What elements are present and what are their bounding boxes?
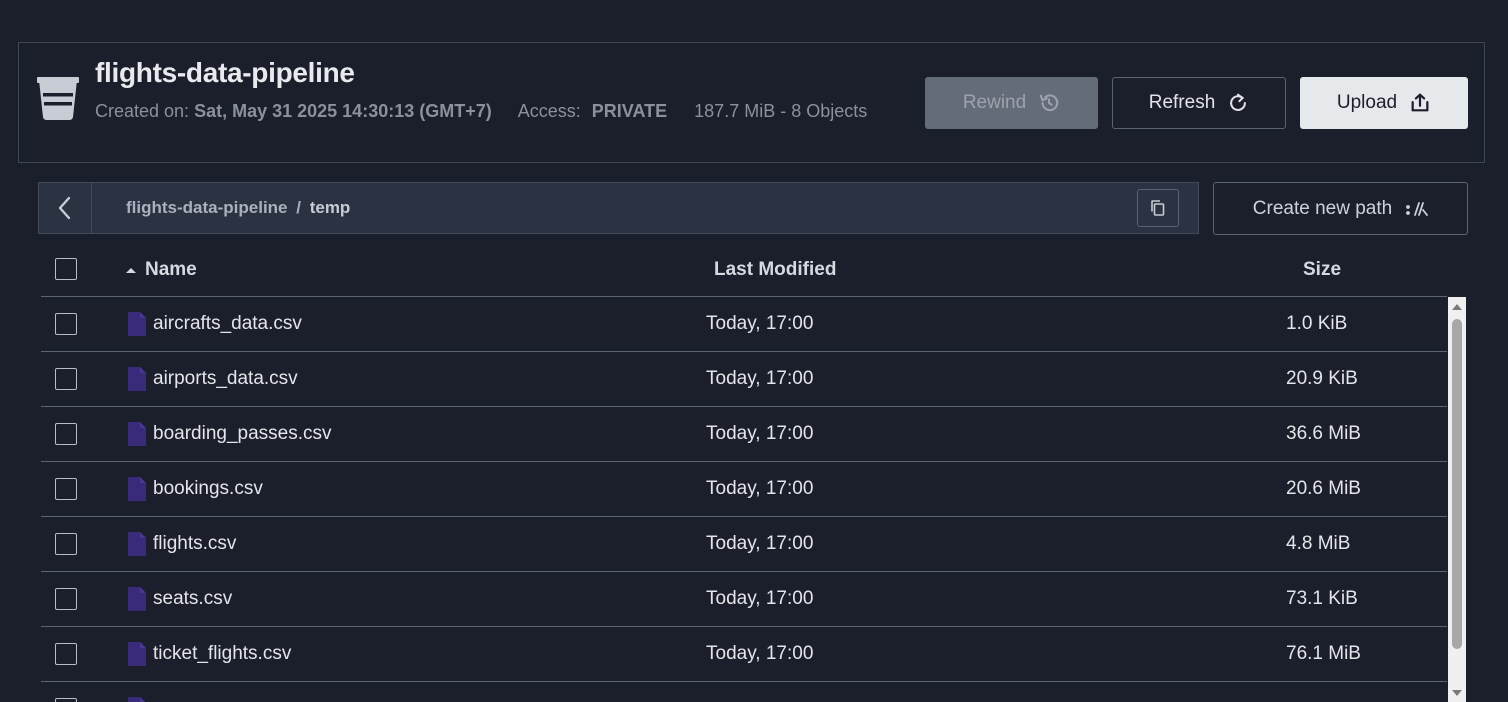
file-icon	[128, 422, 146, 446]
back-button[interactable]	[39, 183, 92, 233]
table-row[interactable]: airports_data.csv Today, 17:00 20.9 KiB	[41, 352, 1447, 407]
path-bar: flights-data-pipeline / temp	[38, 182, 1199, 234]
access-value: PRIVATE	[591, 101, 668, 121]
rewind-label: Rewind	[962, 92, 1027, 113]
new-path-icon	[1406, 201, 1429, 216]
row-checkbox[interactable]	[55, 313, 77, 335]
table-row[interactable]: bookings.csv Today, 17:00 20.6 MiB	[41, 462, 1447, 517]
select-all-checkbox[interactable]	[55, 258, 77, 280]
file-name[interactable]: bookings.csv	[153, 478, 263, 500]
file-size: 1.0 KiB	[1286, 313, 1348, 334]
row-checkbox[interactable]	[55, 368, 77, 390]
file-size: 20.9 KiB	[1286, 368, 1358, 389]
breadcrumb: flights-data-pipeline / temp	[126, 198, 350, 218]
table-row[interactable]: seats.csv Today, 17:00 73.1 KiB	[41, 572, 1447, 627]
refresh-label: Refresh	[1148, 92, 1216, 113]
file-size: 4.8 MiB	[1286, 533, 1351, 554]
file-modified: Today, 17:00	[706, 533, 814, 554]
scroll-up-arrow[interactable]	[1448, 297, 1466, 315]
row-checkbox[interactable]	[55, 588, 77, 610]
file-modified: Today, 17:00	[706, 478, 814, 499]
file-list: aircrafts_data.csv Today, 17:00 1.0 KiB …	[41, 297, 1447, 702]
file-size: 20.6 MiB	[1286, 478, 1361, 499]
file-size: 76.1 MiB	[1286, 643, 1361, 664]
refresh-icon	[1230, 93, 1247, 111]
refresh-button[interactable]: Refresh	[1112, 77, 1286, 129]
row-checkbox[interactable]	[55, 698, 77, 702]
upload-icon	[1411, 93, 1429, 112]
table-row[interactable]: ticket_flights.csv Today, 17:00 76.1 MiB	[41, 627, 1447, 682]
row-checkbox[interactable]	[55, 423, 77, 445]
file-name[interactable]: ticket_flights.csv	[153, 643, 291, 665]
file-icon	[128, 312, 146, 336]
file-modified: Today, 17:00	[706, 588, 814, 609]
file-icon	[128, 697, 145, 702]
vertical-scrollbar[interactable]	[1448, 297, 1466, 702]
copy-path-button[interactable]	[1137, 189, 1179, 227]
chevron-left-icon	[58, 196, 71, 220]
file-name[interactable]: seats.csv	[153, 588, 232, 610]
table-row[interactable]: aircrafts_data.csv Today, 17:00 1.0 KiB	[41, 297, 1447, 352]
column-size-header[interactable]: Size	[1303, 259, 1341, 281]
row-checkbox[interactable]	[55, 643, 77, 665]
copy-icon	[1151, 200, 1165, 216]
scrollbar-thumb[interactable]	[1452, 319, 1462, 649]
bucket-meta: Created on: Sat, May 31 2025 14:30:13 (G…	[95, 97, 875, 126]
create-new-path-label: Create new path	[1252, 197, 1393, 219]
table-row[interactable]: flights.csv Today, 17:00 4.8 MiB	[41, 517, 1447, 572]
sort-ascending-icon	[126, 268, 136, 273]
table-header: Name Last Modified Size	[41, 243, 1447, 297]
column-name-header[interactable]: Name	[125, 259, 197, 281]
bucket-icon	[37, 77, 79, 120]
file-modified: Today, 17:00	[706, 643, 814, 664]
created-label: Created on:	[95, 101, 190, 121]
file-name[interactable]: boarding_passes.csv	[153, 423, 332, 445]
file-modified: Today, 17:00	[706, 368, 814, 389]
bucket-name: flights-data-pipeline	[95, 57, 355, 88]
column-modified-header[interactable]: Last Modified	[714, 259, 836, 281]
history-icon	[1039, 94, 1059, 112]
file-size: 36.6 MiB	[1286, 423, 1361, 444]
file-icon	[128, 587, 146, 611]
breadcrumb-root[interactable]: flights-data-pipeline	[126, 198, 288, 217]
row-checkbox[interactable]	[55, 478, 77, 500]
file-icon	[128, 642, 146, 666]
file-size: 73.1 KiB	[1286, 588, 1358, 609]
breadcrumb-separator: /	[296, 198, 301, 217]
column-name-label: Name	[145, 259, 197, 280]
access-label: Access:	[517, 101, 581, 121]
bucket-header: flights-data-pipeline Created on: Sat, M…	[18, 42, 1485, 163]
table-row[interactable]: boarding_passes.csv Today, 17:00 36.6 Mi…	[41, 407, 1447, 462]
breadcrumb-current: temp	[309, 198, 351, 217]
table-row-partial[interactable]	[41, 682, 1447, 702]
create-new-path-button[interactable]: Create new path	[1213, 182, 1468, 235]
file-icon	[128, 477, 146, 501]
file-icon	[128, 532, 146, 556]
file-modified: Today, 17:00	[706, 313, 814, 334]
created-value: Sat, May 31 2025 14:30:13 (GMT+7)	[194, 101, 492, 121]
rewind-button[interactable]: Rewind	[925, 77, 1098, 129]
file-name[interactable]: aircrafts_data.csv	[153, 313, 302, 335]
row-checkbox[interactable]	[55, 533, 77, 555]
size-summary: 187.7 MiB - 8 Objects	[694, 101, 868, 121]
upload-label: Upload	[1336, 92, 1398, 113]
file-modified: Today, 17:00	[706, 423, 814, 444]
scroll-down-arrow[interactable]	[1448, 684, 1466, 702]
file-icon	[128, 367, 146, 391]
file-name[interactable]: airports_data.csv	[153, 368, 298, 390]
upload-button[interactable]: Upload	[1300, 77, 1468, 129]
file-name[interactable]: flights.csv	[153, 533, 236, 555]
